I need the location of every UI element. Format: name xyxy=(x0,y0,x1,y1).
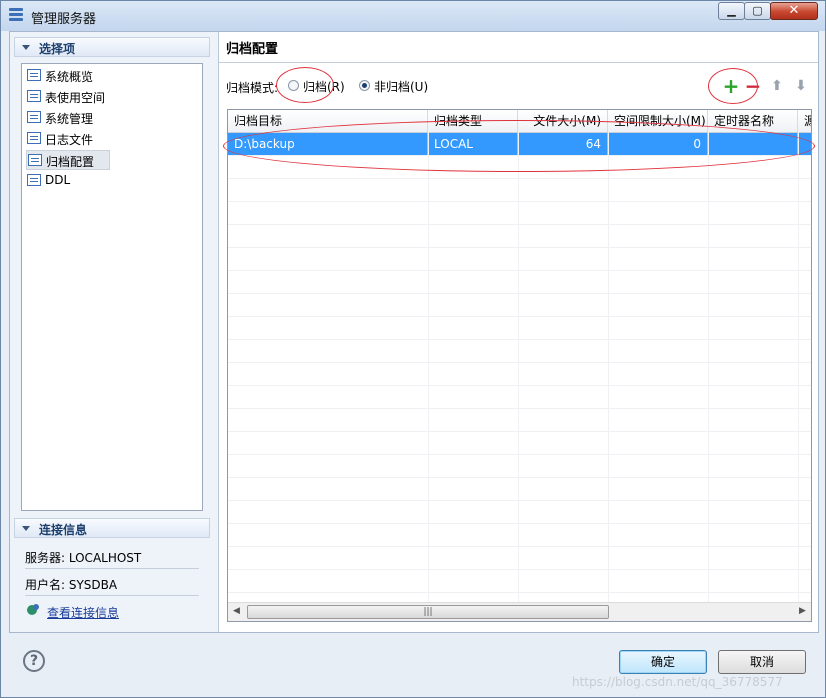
column-header[interactable]: 源 xyxy=(798,110,811,132)
empty-row xyxy=(228,340,811,363)
scroll-left-icon[interactable]: ◀ xyxy=(233,606,240,616)
table-icon xyxy=(27,132,41,144)
table-icon xyxy=(27,90,41,102)
column-divider xyxy=(608,132,609,602)
collapse-triangle-icon xyxy=(22,526,30,531)
archive-mode-label: 归档模式: xyxy=(226,81,279,95)
scroll-right-icon[interactable]: ▶ xyxy=(799,606,806,616)
minimize-icon: ▁ xyxy=(727,4,736,17)
empty-row xyxy=(228,294,811,317)
client-area: 选择项 系统概览 表使用空间 系统管理 日志文件 归档配置 DDL 连接信息 服… xyxy=(9,31,819,633)
move-down-icon[interactable]: ⬇ xyxy=(791,76,811,96)
divider xyxy=(25,595,199,596)
connection-section-header[interactable]: 连接信息 xyxy=(14,518,210,538)
minimize-button[interactable]: ▁ xyxy=(718,2,745,20)
empty-row xyxy=(228,248,811,271)
table-icon xyxy=(27,111,41,123)
empty-row xyxy=(228,202,811,225)
empty-row xyxy=(228,570,811,593)
title-bar[interactable]: 管理服务器 ▁ ▢ ✕ xyxy=(1,1,825,31)
empty-row xyxy=(228,524,811,547)
column-divider xyxy=(708,132,709,602)
no-archive-radio-label[interactable]: 非归档(U) xyxy=(374,78,428,95)
maximize-button[interactable]: ▢ xyxy=(744,2,771,20)
connection-section-label: 连接信息 xyxy=(39,523,88,537)
window-title: 管理服务器 xyxy=(31,12,97,27)
tree-item-label: 归档配置 xyxy=(46,155,95,169)
empty-row xyxy=(228,363,811,386)
nav-tree: 系统概览 表使用空间 系统管理 日志文件 归档配置 DDL xyxy=(21,63,203,511)
column-divider xyxy=(798,132,799,602)
connection-info-icon xyxy=(27,604,39,615)
empty-row xyxy=(228,317,811,340)
no-archive-radio[interactable] xyxy=(359,80,370,91)
collapse-triangle-icon xyxy=(22,45,30,50)
tree-item-label: 日志文件 xyxy=(45,133,94,147)
tree-item-archive-config[interactable]: 归档配置 xyxy=(26,150,110,170)
empty-row xyxy=(228,225,811,248)
annotation-ellipse xyxy=(223,120,815,172)
empty-row xyxy=(228,271,811,294)
annotation-circle xyxy=(708,68,758,104)
ok-button[interactable]: 确定 xyxy=(619,650,707,674)
tree-item-label: 系统概览 xyxy=(45,70,94,84)
right-panel: 归档配置 归档模式: 归档(R) 非归档(U) + − ⬆ ⬇ 归档目标 归档类… xyxy=(219,32,818,632)
watermark: https://blog.csdn.net/qq_36778577 xyxy=(572,675,783,689)
user-info: 用户名: SYSDBA xyxy=(25,578,118,592)
server-info: 服务器: LOCALHOST xyxy=(25,551,142,565)
table-icon xyxy=(27,69,41,81)
divider xyxy=(219,62,818,63)
archive-table: 归档目标 归档类型 文件大小(M) 空间限制大小(M) 定时器名称 源 D:\b… xyxy=(227,109,812,622)
cancel-button[interactable]: 取消 xyxy=(718,650,806,674)
tree-item-label: 系统管理 xyxy=(45,112,94,126)
close-button[interactable]: ✕ xyxy=(770,2,818,20)
left-panel: 选择项 系统概览 表使用空间 系统管理 日志文件 归档配置 DDL 连接信息 服… xyxy=(10,32,219,632)
empty-row xyxy=(228,386,811,409)
table-icon xyxy=(27,174,41,186)
column-divider xyxy=(428,132,429,602)
empty-row xyxy=(228,501,811,524)
annotation-circle xyxy=(276,67,334,103)
table-icon xyxy=(28,154,42,166)
server-icon xyxy=(9,8,23,24)
empty-row xyxy=(228,455,811,478)
empty-row xyxy=(228,547,811,570)
empty-row xyxy=(228,409,811,432)
select-section-label: 选择项 xyxy=(39,42,76,56)
select-section-header[interactable]: 选择项 xyxy=(14,37,210,57)
horizontal-scrollbar[interactable]: ◀ ||| ▶ xyxy=(228,602,811,621)
empty-row xyxy=(228,432,811,455)
tree-item-label: DDL xyxy=(45,173,71,187)
scrollbar-thumb[interactable]: ||| xyxy=(247,605,609,619)
help-icon[interactable]: ? xyxy=(23,650,45,672)
close-icon: ✕ xyxy=(788,3,800,18)
divider xyxy=(25,568,199,569)
view-connection-info-link[interactable]: 查看连接信息 xyxy=(47,604,119,621)
tree-item-label: 表使用空间 xyxy=(45,91,106,105)
dialog-window: 管理服务器 ▁ ▢ ✕ 选择项 系统概览 表使用空间 系统管理 日志文件 归档配… xyxy=(0,0,826,698)
column-divider xyxy=(518,132,519,602)
empty-row xyxy=(228,478,811,501)
empty-row xyxy=(228,179,811,202)
move-up-icon[interactable]: ⬆ xyxy=(767,76,787,96)
maximize-icon: ▢ xyxy=(752,4,763,17)
panel-title: 归档配置 xyxy=(226,42,279,57)
